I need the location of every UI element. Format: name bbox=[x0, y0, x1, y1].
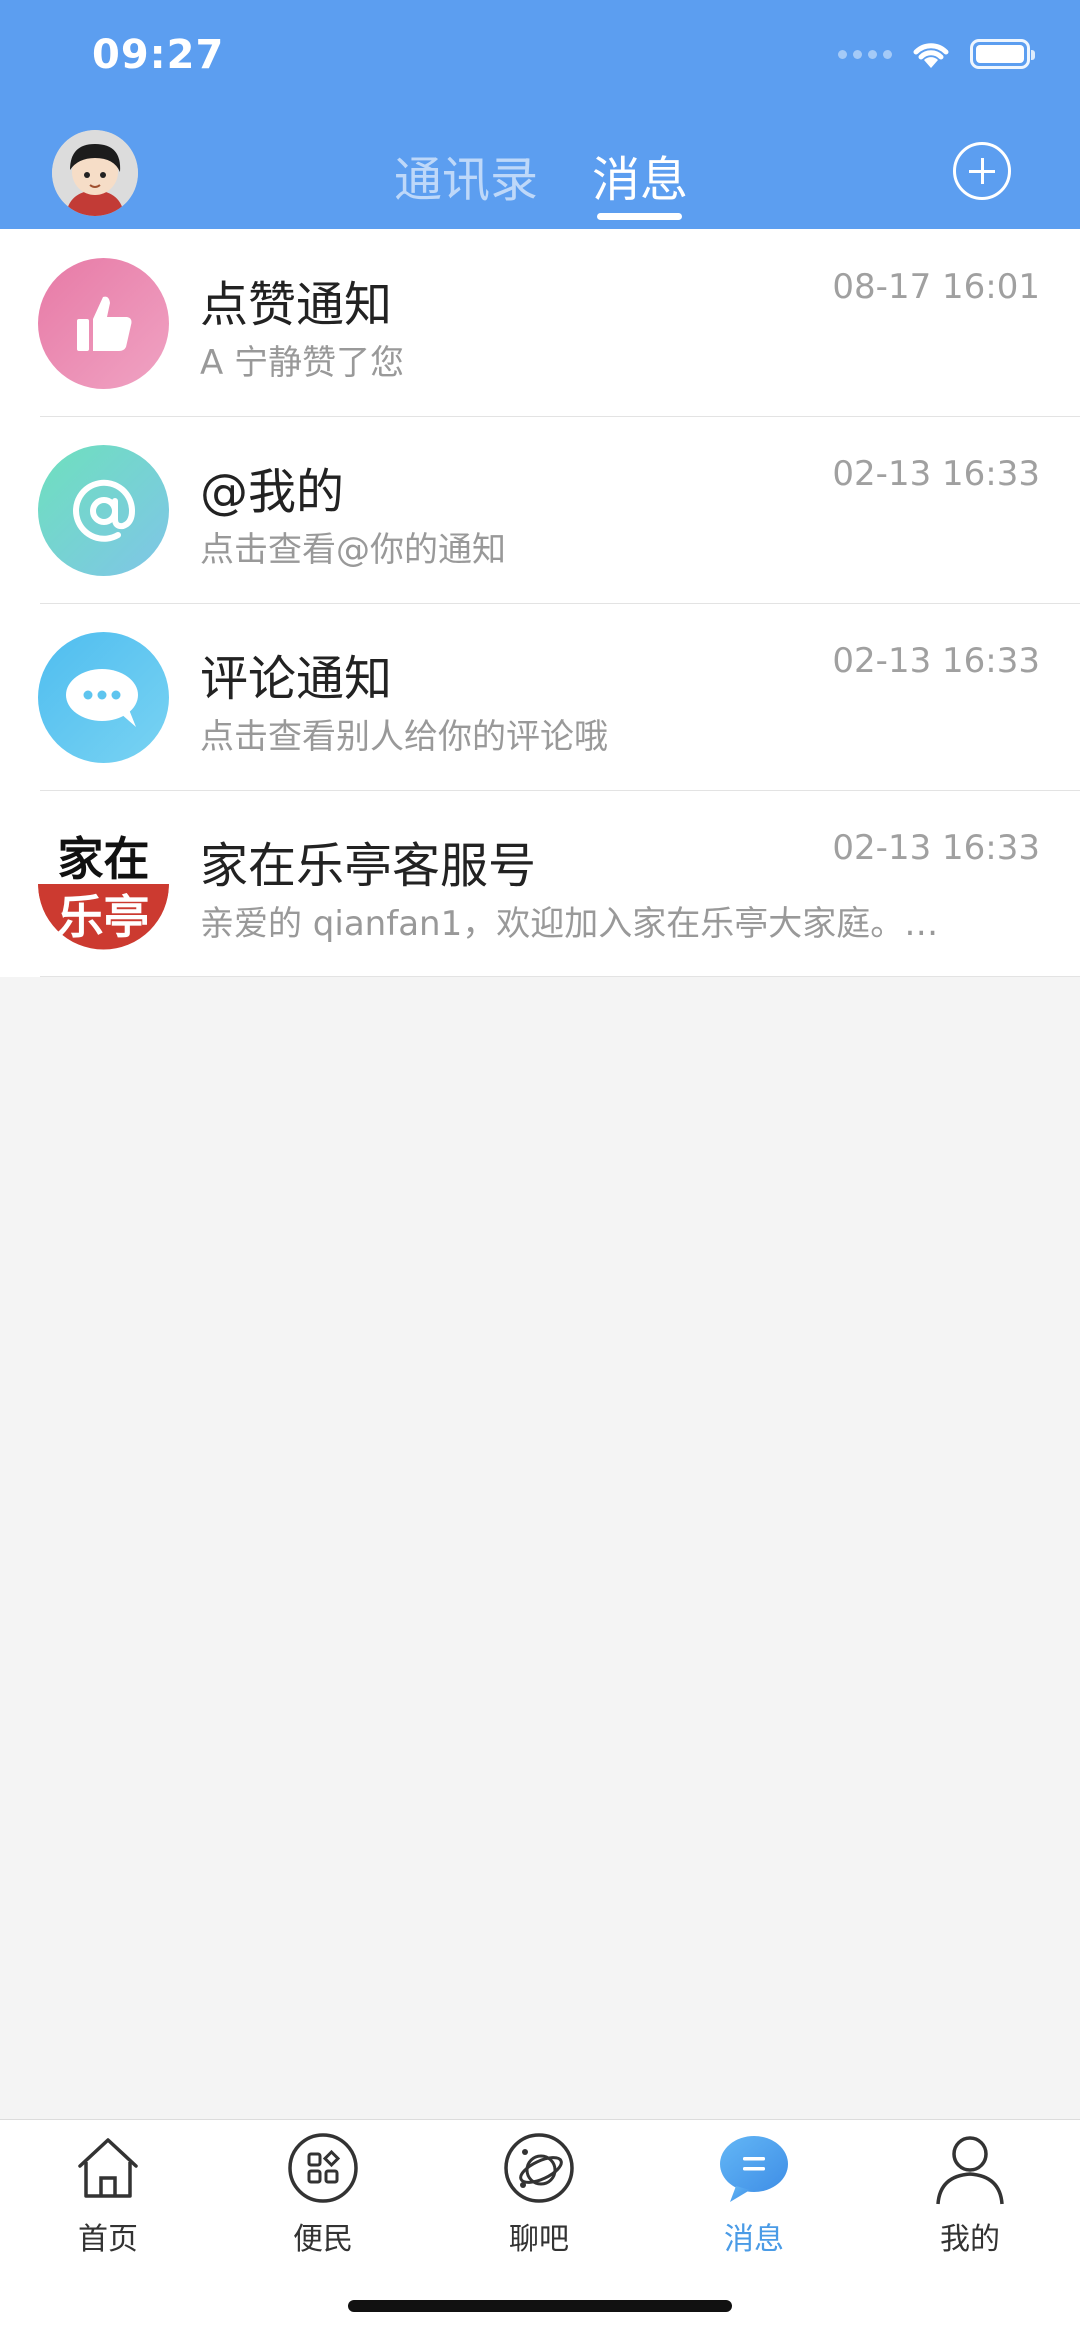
list-item-mentions[interactable]: @我的 点击查看@你的通知 02-13 16:33 bbox=[0, 416, 1080, 603]
message-subtitle: A 宁静赞了您 bbox=[200, 343, 405, 383]
message-subtitle: 点击查看别人给你的评论哦 bbox=[200, 717, 608, 757]
tab-messages[interactable]: 消息 bbox=[592, 140, 688, 210]
tab-label: 首页 bbox=[78, 2222, 138, 2257]
battery-icon bbox=[970, 39, 1035, 69]
message-title: 家在乐亭客服号 bbox=[200, 838, 537, 894]
status-time: 09:27 bbox=[92, 32, 225, 78]
apps-grid-icon bbox=[288, 2133, 358, 2203]
chat-planet-icon bbox=[504, 2133, 574, 2203]
list-item-likes[interactable]: 点赞通知 A 宁静赞了您 08-17 16:01 bbox=[0, 229, 1080, 416]
message-title: @我的 bbox=[200, 464, 345, 520]
tab-label: 我的 bbox=[940, 2222, 1000, 2257]
header-tabs: 通讯录 消息 bbox=[0, 140, 1080, 220]
brand-logo: 家在 乐亭 bbox=[38, 819, 169, 950]
comment-bubble-icon bbox=[38, 632, 169, 763]
message-time: 02-13 16:33 bbox=[832, 828, 1040, 868]
list-item-service-account[interactable]: 家在 乐亭 家在乐亭客服号 亲爱的 qianfan1，欢迎加入家在乐亭大家庭。…… bbox=[0, 790, 1080, 977]
logo-text-top: 家在 bbox=[58, 832, 150, 886]
plus-circle-icon[interactable] bbox=[953, 142, 1011, 200]
message-subtitle: 点击查看@你的通知 bbox=[200, 530, 506, 570]
tab-label: 消息 bbox=[724, 2222, 784, 2257]
active-tab-indicator bbox=[597, 213, 682, 220]
wifi-icon bbox=[913, 43, 949, 68]
tab-messages-bottom[interactable]: 消息 bbox=[684, 2130, 824, 2258]
message-title: 评论通知 bbox=[200, 651, 393, 707]
message-bubble-icon bbox=[720, 2136, 788, 2202]
message-time: 02-13 16:33 bbox=[832, 641, 1040, 681]
header-bar: 09:27 通讯录 消息 bbox=[0, 0, 1080, 229]
message-title: 点赞通知 bbox=[200, 277, 393, 333]
tab-me[interactable]: 我的 bbox=[900, 2130, 1040, 2258]
tab-contacts[interactable]: 通讯录 bbox=[394, 140, 538, 210]
tab-label: 便民 bbox=[293, 2222, 353, 2257]
signal-icon bbox=[838, 49, 892, 59]
thumbs-up-icon bbox=[38, 258, 169, 389]
list-item-comments[interactable]: 评论通知 点击查看别人给你的评论哦 02-13 16:33 bbox=[0, 603, 1080, 790]
user-icon bbox=[936, 2136, 1004, 2205]
logo-text-bottom: 乐亭 bbox=[58, 890, 150, 944]
at-sign-icon bbox=[38, 445, 169, 576]
home-icon bbox=[78, 2138, 138, 2198]
message-list: 点赞通知 A 宁静赞了您 08-17 16:01 @我的 点击查看@你的通知 0… bbox=[0, 229, 1080, 977]
message-time: 02-13 16:33 bbox=[832, 454, 1040, 494]
tab-label: 聊吧 bbox=[509, 2222, 569, 2257]
message-time: 08-17 16:01 bbox=[832, 267, 1040, 307]
tab-home[interactable]: 首页 bbox=[38, 2130, 178, 2258]
status-indicators bbox=[838, 38, 1035, 70]
tab-chat[interactable]: 聊吧 bbox=[469, 2130, 609, 2258]
message-subtitle: 亲爱的 qianfan1，欢迎加入家在乐亭大家庭。… bbox=[200, 904, 939, 944]
tab-services[interactable]: 便民 bbox=[253, 2130, 393, 2258]
home-indicator[interactable] bbox=[348, 2300, 732, 2312]
